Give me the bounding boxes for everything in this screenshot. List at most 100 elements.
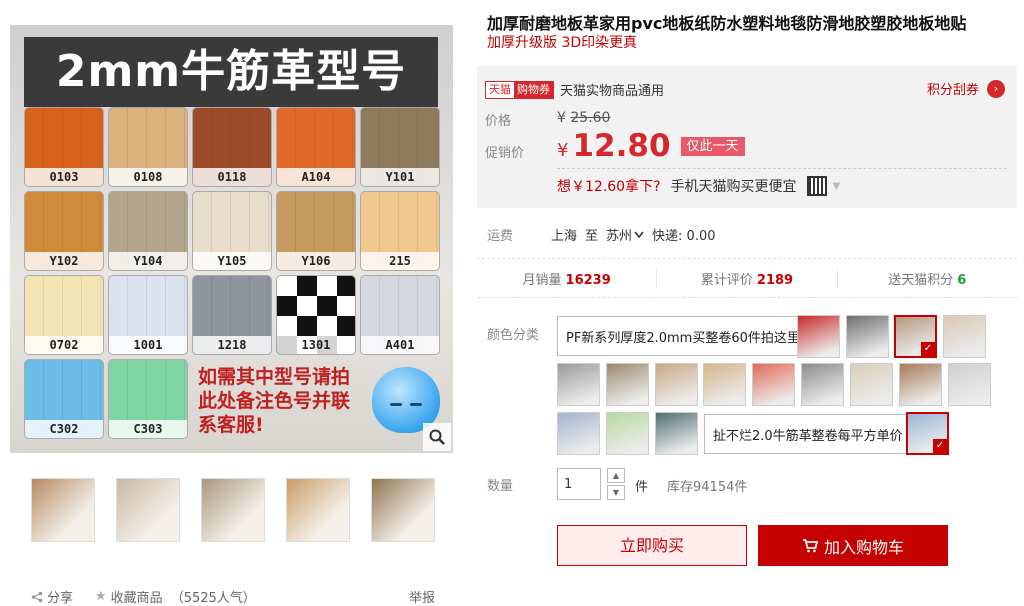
main-product-image[interactable]: 2mm牛筋革型号 0103 0108 0118 A104 Y101 Y102 Y104 Y10… [10,25,453,453]
shipping-express-fee: 快递: 0.00 [652,229,716,244]
swatch-code: Y102 [25,252,103,270]
review-count[interactable]: 累计评价 2189 [657,268,838,288]
add-to-cart-button[interactable]: 加入购物车 [758,525,948,566]
swatch-code: 1218 [193,336,271,354]
promo-line: 系客服! [198,414,264,436]
thumbnail-image[interactable] [116,478,180,542]
swatch-code: Y101 [361,168,439,186]
points-coupon-label: 积分刮券 [926,83,979,98]
swatch-tile: 1001 [108,275,188,355]
mobile-offer-text: 想￥12.60拿下? [557,179,661,195]
quantity-increase-button[interactable]: ▲ [607,468,625,483]
thumbnail-image[interactable] [31,478,95,542]
color-option-image[interactable] [948,363,991,406]
color-option-image[interactable] [655,363,698,406]
promo-line: 如需其中型号请拍 [198,366,351,388]
swatch-code: Y106 [277,252,355,270]
mobile-offer-row[interactable]: 想￥12.60拿下? 手机天猫购买更便宜 ▼ [557,176,840,196]
share-row: 分享 ★ 收藏商品 （5525人气） 举报 [31,587,435,606]
tmall-points: 送天猫积分 6 [838,269,1017,288]
coupon-text: 天猫实物商品通用 [560,84,665,99]
color-option-image[interactable] [850,363,893,406]
shipping-label: 运费 [487,229,514,244]
thumbnail-strip [31,478,435,542]
report-link[interactable]: 举报 [409,587,435,606]
color-option-image[interactable] [606,412,649,455]
share-button[interactable]: 分享 [31,587,73,606]
color-option-image[interactable] [703,363,746,406]
chevron-down-icon: ▼ [832,180,841,192]
thumbnail-image[interactable] [286,478,350,542]
share-icon [31,591,43,602]
monthly-sales-label: 月销量 [522,272,562,288]
color-option-image[interactable] [557,412,600,455]
color-option-image[interactable] [606,363,649,406]
swatch-tile: 0118 [192,107,272,187]
color-option-image[interactable]: ✓ [906,412,949,455]
thumbnail-image[interactable] [201,478,265,542]
arrow-right-icon: › [987,79,1005,98]
qr-code-icon[interactable] [806,176,827,196]
quantity-unit: 件 [635,480,649,495]
buy-now-button[interactable]: 立即购买 [557,525,747,566]
swatch-code: 0702 [25,336,103,354]
stats-bar: 月销量 16239 累计评价 2189 送天猫积分 6 [477,258,1017,298]
sale-price-currency: ¥ [557,140,569,161]
price-panel: 天猫 购物券 天猫实物商品通用 积分刮券 › 价格 ¥ 25.60 促销价 ¥ … [477,66,1017,208]
color-option-image[interactable] [801,363,844,406]
swatch-tile: 1301 [276,275,356,355]
original-price-currency: ¥ [557,110,566,126]
color-option-image[interactable]: ✓ [894,315,937,358]
color-option-text[interactable]: PF新系列厚度2.0mm买整卷60件拍这里 [557,316,809,356]
coupon-badge-brand: 天猫 [486,81,514,98]
color-option-image[interactable] [655,412,698,455]
quantity-decrease-button[interactable]: ▼ [607,485,625,500]
sale-price-label: 促销价 [485,146,525,161]
coupon-badge-type: 购物券 [514,81,553,98]
collect-label: 收藏商品 [110,591,163,606]
shipping-to-word: 至 [585,229,599,244]
swatch-code: 0103 [25,168,103,186]
shipping-destination: 苏州 [606,229,633,244]
tmall-points-label: 送天猫积分 [888,272,954,288]
stock-count: 库存94154件 [667,480,748,495]
color-option-text[interactable]: 扯不烂2.0牛筋革整卷每平方单价 [704,414,912,454]
swatch-code: 0108 [109,168,187,186]
swatch-tile: 215 [360,191,440,271]
color-option-image[interactable] [797,315,840,358]
color-option-image[interactable] [943,315,986,358]
collect-button[interactable]: ★ 收藏商品 （5525人气） [95,587,256,606]
color-option-image[interactable] [846,315,889,358]
mobile-offer-cta: 手机天猫购买更便宜 [670,179,797,195]
swatch-tile: Y102 [24,191,104,271]
quantity-label: 数量 [487,479,514,494]
product-title: 加厚耐磨地板革家用pvc地板纸防水塑料地毯防滑地胶塑胶地板地贴 [487,14,967,33]
swatch-code: Y104 [109,252,187,270]
original-price-label: 价格 [485,114,512,129]
monthly-sales: 月销量 16239 [477,268,658,288]
thumbnail-image[interactable] [371,478,435,542]
monthly-sales-value: 16239 [565,272,611,288]
review-count-label: 累计评价 [700,272,753,288]
swatch-tile: C302 [24,359,104,439]
promo-line: 此处备注色号并联 [198,390,351,412]
color-option-image[interactable] [557,363,600,406]
swatch-tile: Y106 [276,191,356,271]
popularity-count: （5525人气） [170,591,256,606]
original-price: ¥ 25.60 [557,110,610,126]
color-option-image[interactable] [752,363,795,406]
quantity-input[interactable] [557,468,601,500]
share-label: 分享 [47,591,74,606]
swatch-tile: 0103 [24,107,104,187]
check-icon: ✓ [933,439,947,453]
points-coupon-link[interactable]: 积分刮券 › [927,79,1005,98]
product-subtitle: 加厚升级版 3D印染更真 [487,35,638,51]
zoom-icon[interactable] [423,423,451,451]
swatch-code: 0118 [193,168,271,186]
divider [557,168,1007,169]
color-option-image[interactable] [899,363,942,406]
sale-price-value: 12.80 [572,128,671,164]
shipping-destination-select[interactable]: 苏州 [606,225,644,244]
one-day-badge: 仅此一天 [680,136,745,156]
original-price-value: 25.60 [570,110,611,126]
